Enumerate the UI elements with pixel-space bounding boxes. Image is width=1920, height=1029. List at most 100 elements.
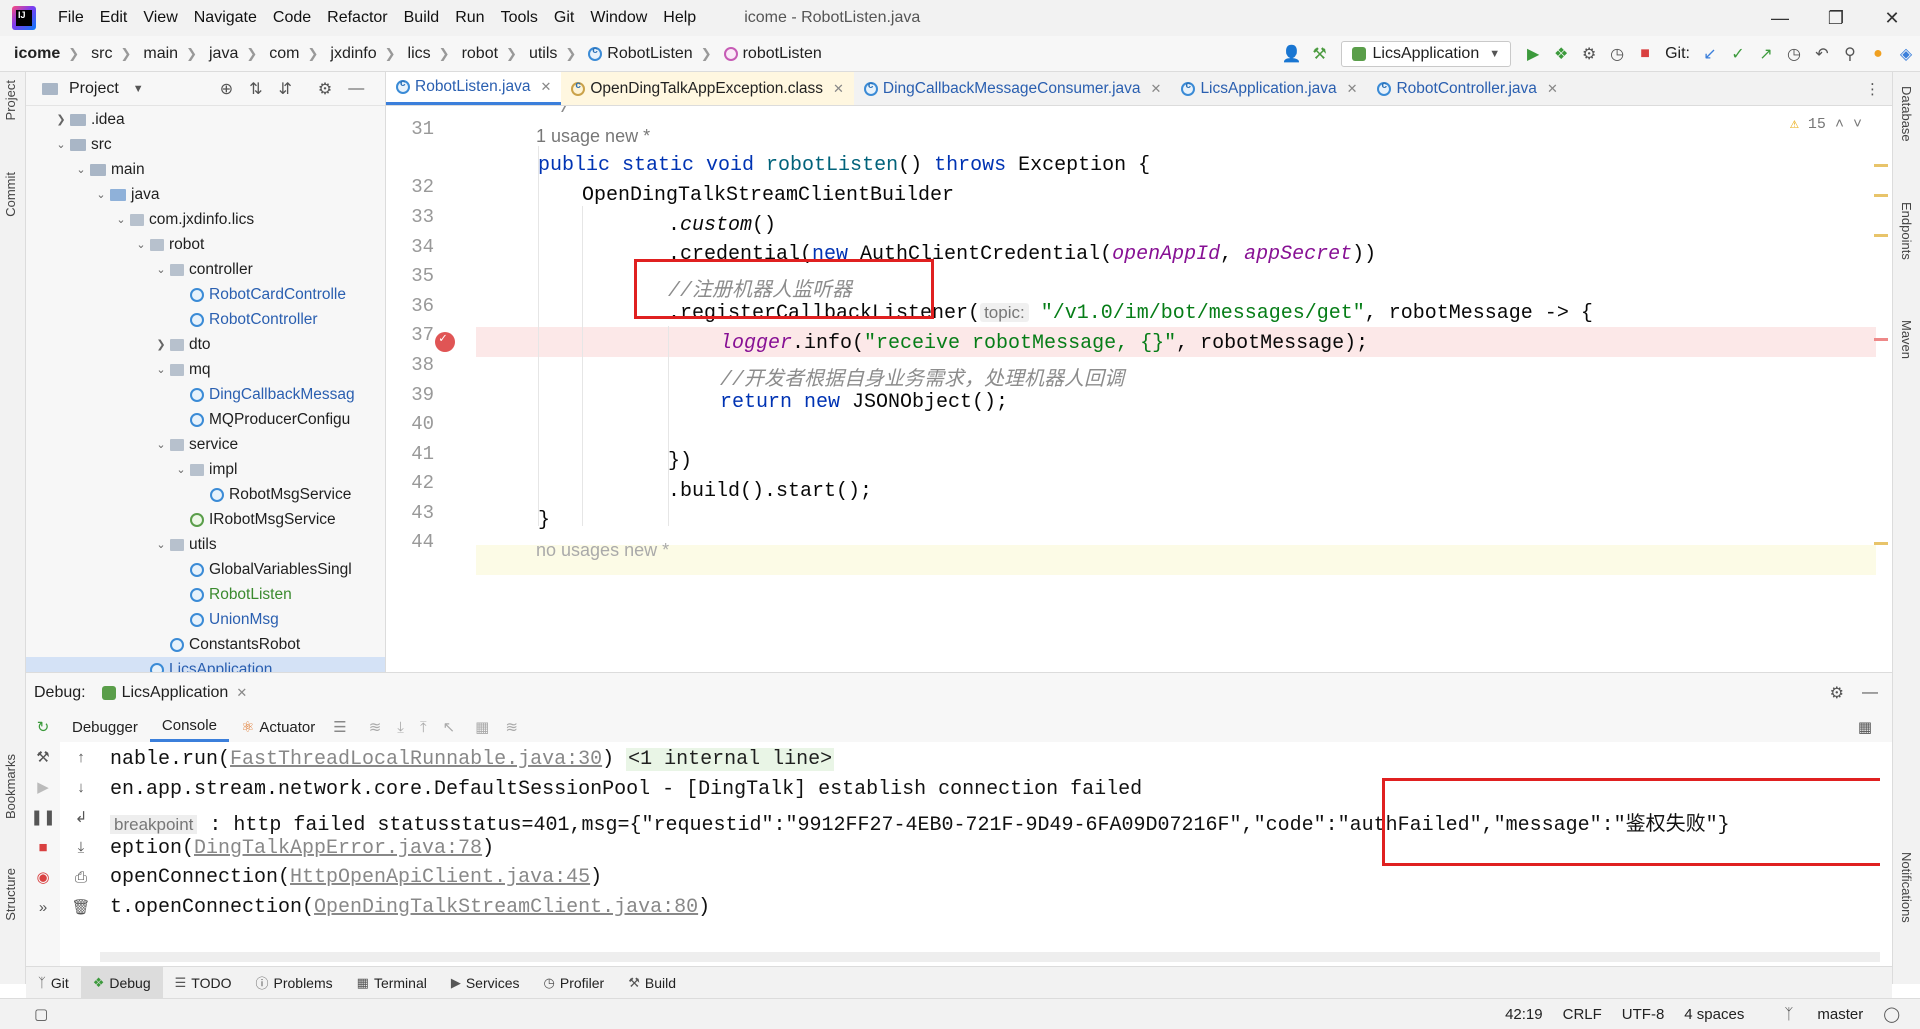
usage-hint[interactable]: no usages new * <box>536 540 669 561</box>
gear-icon[interactable]: ⚙ <box>1830 683 1844 703</box>
breadcrumb-main[interactable]: main ❯ <box>133 45 199 63</box>
close-tab-icon[interactable]: ✕ <box>540 79 551 95</box>
breakpoint-tag[interactable]: breakpoint <box>110 815 198 834</box>
breadcrumb-method[interactable]: robotListen <box>714 45 824 63</box>
breadcrumb-lics[interactable]: lics ❯ <box>398 45 452 63</box>
menu-window[interactable]: Window <box>582 9 655 27</box>
line-separator[interactable]: CRLF <box>1563 1006 1602 1023</box>
run-icon[interactable]: ▶ <box>1519 40 1547 68</box>
toolwindow-problems[interactable]: ⓘ Problems <box>243 967 344 999</box>
rollback-icon[interactable]: ↶ <box>1808 40 1836 68</box>
menu-git[interactable]: Git <box>546 9 582 27</box>
toolwindow-git[interactable]: ᛉ Git <box>26 967 81 999</box>
tree-item-utils[interactable]: ⌄ utils <box>26 532 385 557</box>
show-execution-point-icon[interactable]: ≋ <box>369 718 382 736</box>
breakpoint-icon[interactable] <box>435 331 455 352</box>
stripe-tab-database[interactable]: Database <box>1899 86 1914 142</box>
rerun-icon[interactable]: ↻ <box>26 712 60 742</box>
stripe-tab-project[interactable]: Project <box>3 80 18 120</box>
restore-icon[interactable]: ❐ <box>1808 0 1864 36</box>
stacktrace-link[interactable]: FastThreadLocalRunnable.java:30 <box>230 748 602 771</box>
toolwindow-services[interactable]: ▶ Services <box>439 967 532 999</box>
chevron-down-icon[interactable]: ⌄ <box>172 463 190 476</box>
stripe-tab-endpoints[interactable]: Endpoints <box>1899 202 1914 260</box>
locate-icon[interactable]: ⊕ <box>220 79 233 99</box>
more-tabs-icon[interactable]: ⋮ <box>1853 72 1892 105</box>
close-tab-icon[interactable]: ✕ <box>1347 81 1358 97</box>
stop-icon[interactable]: ■ <box>1631 40 1659 68</box>
git-commit-icon[interactable]: ✓ <box>1724 40 1752 68</box>
tab-robotcontroller[interactable]: RobotController.java ✕ <box>1367 72 1567 105</box>
chevron-down-icon[interactable]: ⌄ <box>132 238 150 251</box>
menu-code[interactable]: Code <box>265 9 319 27</box>
close-tab-icon[interactable]: ✕ <box>1547 81 1558 97</box>
menu-file[interactable]: File <box>50 9 92 27</box>
tree-item-robotmsgservice[interactable]: RobotMsgService <box>26 482 385 507</box>
pause-icon[interactable]: ❚❚ <box>26 802 60 832</box>
tree-item-controller[interactable]: ⌄ controller <box>26 257 385 282</box>
tree-item-globalvariables[interactable]: GlobalVariablesSingl <box>26 557 385 582</box>
user-icon[interactable]: 👤 <box>1277 40 1305 68</box>
tab-console[interactable]: Console <box>149 712 229 742</box>
tree-item-licsapplication[interactable]: LicsApplication <box>26 657 385 672</box>
debug-session-tab[interactable]: LicsApplication ✕ <box>101 684 247 702</box>
tool-windows-toggle-icon[interactable]: ▢ <box>34 1005 48 1023</box>
settings-sync-icon[interactable]: ◈ <box>1892 40 1920 68</box>
toolwindow-todo[interactable]: ☰ TODO <box>163 967 244 999</box>
tree-item-irobotmsgservice[interactable]: IRobotMsgService <box>26 507 385 532</box>
expand-all-icon[interactable]: ⇅ <box>249 79 262 99</box>
layout-icon[interactable]: ▦ <box>1858 718 1872 736</box>
tree-item-mqproducerconfig[interactable]: MQProducerConfigu <box>26 407 385 432</box>
git-branch-widget[interactable]: ᛉ master <box>1764 1006 1863 1023</box>
tab-robotlisten[interactable]: RobotListen.java ✕ <box>386 72 562 105</box>
usage-hint[interactable]: 1 usage new * <box>536 126 650 147</box>
chevron-down-icon[interactable]: ⌄ <box>152 438 170 451</box>
stripe-tab-bookmarks[interactable]: Bookmarks <box>3 754 18 819</box>
toolwindow-build[interactable]: ⚒ Build <box>616 967 688 999</box>
scroll-up-icon[interactable]: ↑ <box>64 742 98 772</box>
menu-build[interactable]: Build <box>396 9 448 27</box>
profile-icon[interactable]: ◷ <box>1603 40 1631 68</box>
breadcrumb-jxdinfo[interactable]: jxdinfo ❯ <box>320 45 397 63</box>
breadcrumb-src[interactable]: src ❯ <box>81 45 133 63</box>
menu-view[interactable]: View <box>135 9 185 27</box>
chevron-down-icon[interactable]: ⌄ <box>152 363 170 376</box>
tree-item-dingcallbackmessage[interactable]: DingCallbackMessag <box>26 382 385 407</box>
soft-wrap-icon[interactable]: ↲ <box>64 802 98 832</box>
tree-item-impl[interactable]: ⌄ impl <box>26 457 385 482</box>
tree-item-robot[interactable]: ⌄ robot <box>26 232 385 257</box>
search-icon[interactable]: ⚲ <box>1836 40 1864 68</box>
chevron-down-icon[interactable]: ⌄ <box>112 213 130 226</box>
chevron-down-icon[interactable]: ⌄ <box>92 188 110 201</box>
evaluate-icon[interactable]: ▦ <box>475 718 489 736</box>
git-push-icon[interactable]: ↗ <box>1752 40 1780 68</box>
stripe-tab-commit[interactable]: Commit <box>3 172 18 217</box>
tab-opendingtalkappexception[interactable]: OpenDingTalkAppException.class ✕ <box>561 72 854 105</box>
stripe-tab-notifications[interactable]: Notifications <box>1899 852 1914 923</box>
tree-item-package-root[interactable]: ⌄ com.jxdinfo.lics <box>26 207 385 232</box>
chevron-down-icon[interactable]: ▼ <box>133 83 144 95</box>
breadcrumb-robot[interactable]: robot ❯ <box>452 45 519 63</box>
caret-position[interactable]: 42:19 <box>1505 1006 1543 1023</box>
breadcrumb-robotlisten[interactable]: RobotListen ❯ <box>578 45 713 63</box>
breadcrumb-com[interactable]: com ❯ <box>259 45 320 63</box>
breadcrumb-java[interactable]: java ❯ <box>199 45 259 63</box>
chevron-right-icon[interactable]: ❯ <box>152 338 170 351</box>
tab-licsapplication[interactable]: LicsApplication.java ✕ <box>1171 72 1367 105</box>
update-icon[interactable]: ● <box>1864 40 1892 68</box>
tab-actuator[interactable]: ⚛ Actuator <box>229 712 327 742</box>
indent-setting[interactable]: 4 spaces <box>1684 1006 1744 1023</box>
hide-icon[interactable]: — <box>1862 684 1878 702</box>
tree-item-robotcardcontroller[interactable]: RobotCardControlle <box>26 282 385 307</box>
menu-run[interactable]: Run <box>447 9 492 27</box>
tree-item-java[interactable]: ⌄ java <box>26 182 385 207</box>
print-icon[interactable]: ⎙ <box>64 862 98 892</box>
trace-icon[interactable]: ≋ <box>505 718 518 736</box>
console-output[interactable]: nable.run(FastThreadLocalRunnable.java:3… <box>100 742 1880 966</box>
menu-help[interactable]: Help <box>655 9 704 27</box>
stacktrace-link[interactable]: OpenDingTalkStreamClient.java:80 <box>314 896 698 919</box>
coverage-icon[interactable]: ⚙ <box>1575 40 1603 68</box>
run-configuration-select[interactable]: LicsApplication ▼ <box>1341 41 1512 67</box>
stacktrace-link[interactable]: HttpOpenApiClient.java:45 <box>290 866 590 889</box>
breadcrumb-utils[interactable]: utils ❯ <box>519 45 578 63</box>
